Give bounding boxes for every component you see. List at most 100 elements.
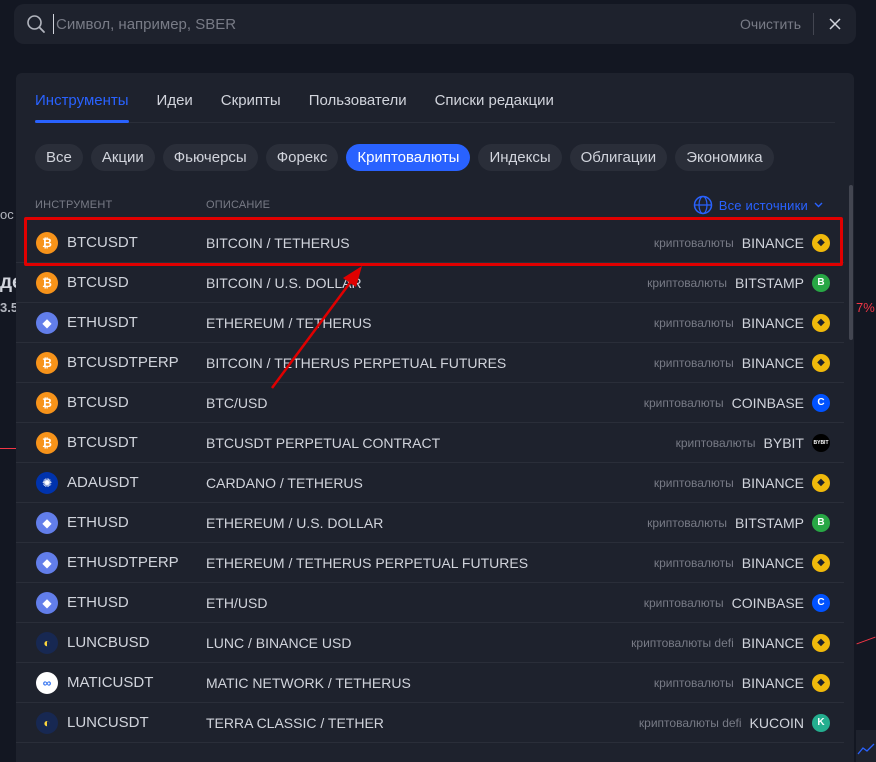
description-label: BTC/USD	[206, 394, 268, 411]
globe-icon	[693, 195, 712, 215]
category-label: криптовалюты	[647, 275, 728, 290]
binance-exchange-icon: ◆	[812, 673, 830, 692]
background-text-fragment: oc	[0, 207, 14, 222]
exchange-label: BINANCE	[741, 354, 804, 371]
description-label: BITCOIN / TETHERUS PERPETUAL FUTURES	[206, 354, 507, 371]
coinbase-exchange-icon: C	[812, 593, 830, 612]
description-label: ETHEREUM / TETHERUS PERPETUAL FUTURES	[206, 554, 529, 571]
source-info: криптовалюты BINANCE ◆	[653, 473, 830, 492]
category-label: криптовалюты	[675, 435, 756, 450]
binance-exchange-icon: ◆	[812, 553, 830, 572]
symbol-label: BTCUSDT	[67, 434, 138, 451]
symbol-label: LUNCBUSD	[67, 634, 150, 651]
eth-coin-icon: ◆	[36, 312, 58, 334]
symbol-label: ETHUSD	[67, 514, 129, 531]
btc-coin-icon: ₿	[36, 432, 58, 454]
chart-corner-widget[interactable]	[856, 730, 876, 762]
table-row[interactable]: ◆ ETHUSD ETH/USD криптовалюты COINBASE C	[16, 583, 844, 623]
table-row[interactable]: ₿ BTCUSD BTC/USD криптовалюты COINBASE C	[16, 383, 844, 423]
exchange-label: BINANCE	[741, 674, 804, 691]
tab-2[interactable]: Скрипты	[221, 92, 281, 122]
description-label: ETHEREUM / TETHERUS	[206, 314, 372, 331]
background-chart-line	[856, 636, 876, 645]
btc-coin-icon: ₿	[36, 392, 58, 414]
table-row[interactable]: ◆ ETHUSDT ETHEREUM / TETHERUS криптовалюты B…	[16, 303, 844, 343]
symbol-label: LUNCUSDT	[67, 714, 149, 731]
coinbase-exchange-icon: C	[812, 393, 830, 412]
table-row[interactable]: ◐ LUNCUSDT TERRA CLASSIC / TETHER криптовал…	[16, 703, 844, 743]
background-chart-line	[0, 448, 16, 449]
source-info: криптовалюты defi BINANCE ◆	[631, 633, 830, 652]
category-label: криптовалюты	[653, 475, 734, 490]
exchange-label: BITSTAMP	[735, 514, 804, 531]
scrollbar[interactable]	[849, 185, 853, 340]
binance-exchange-icon: ◆	[812, 473, 830, 492]
column-header-instrument: ИНСТРУМЕНТ	[35, 199, 113, 211]
tab-1[interactable]: Идеи	[157, 92, 193, 122]
source-info: криптовалюты BITSTAMP B	[647, 273, 830, 292]
table-row[interactable]: ₿ BTCUSDT BTCUSDT PERPETUAL CONTRACT крипто…	[16, 423, 844, 463]
table-header: ИНСТРУМЕНТ ОПИСАНИЕ Все источники	[16, 195, 836, 215]
category-label: криптовалюты	[653, 675, 734, 690]
filter-chip-5[interactable]: Индексы	[478, 144, 562, 171]
category-filter-chips: Все Акции Фьючерсы Форекс Криптовалюты Индекс…	[16, 144, 854, 171]
filter-chip-0[interactable]: Все	[35, 144, 83, 171]
symbol-label: BTCUSDTPERP	[67, 354, 179, 371]
table-row[interactable]: ₿ BTCUSDT BITCOIN / TETHERUS криптовалюты BI…	[16, 223, 844, 263]
category-label: криптовалюты	[643, 595, 724, 610]
eth-coin-icon: ◆	[36, 512, 58, 534]
exchange-label: BINANCE	[741, 314, 804, 331]
tab-0[interactable]: Инструменты	[35, 92, 129, 123]
category-label: криптовалюты	[653, 315, 734, 330]
filter-chip-6[interactable]: Облигации	[569, 144, 668, 171]
clear-button[interactable]: Очистить	[728, 16, 813, 32]
tab-3[interactable]: Пользователи	[309, 92, 407, 122]
category-label: криптовалюты	[653, 555, 734, 570]
bybit-exchange-icon: BYBIT	[812, 433, 830, 452]
filter-chip-2[interactable]: Фьючерсы	[162, 144, 258, 171]
exchange-label: BINANCE	[741, 474, 804, 491]
exchange-label: COINBASE	[731, 394, 804, 411]
table-row[interactable]: ◐ LUNCBUSD LUNC / BINANCE USD криптовалюты …	[16, 623, 844, 663]
sources-label: Все источники	[718, 197, 808, 213]
table-row[interactable]: ₿ BTCUSDTPERP BITCOIN / TETHERUS PERPETUAL…	[16, 343, 844, 383]
chevron-down-icon	[814, 202, 823, 208]
exchange-label: BINANCE	[741, 634, 804, 651]
source-info: криптовалюты BINANCE ◆	[654, 233, 830, 252]
exchange-label: COINBASE	[731, 594, 804, 611]
bitstamp-exchange-icon: B	[812, 273, 830, 292]
table-row[interactable]: ◆ ETHUSD ETHEREUM / U.S. DOLLAR криптовалют…	[16, 503, 844, 543]
tab-4[interactable]: Списки редакции	[435, 92, 554, 122]
description-label: ETH/USD	[206, 594, 268, 611]
source-info: криптовалюты BITSTAMP B	[647, 513, 830, 532]
binance-exchange-icon: ◆	[812, 633, 830, 652]
source-info: криптовалюты COINBASE C	[643, 593, 830, 612]
source-info: криптовалюты BINANCE ◆	[653, 313, 830, 332]
table-row[interactable]: ₿ BTCUSD BITCOIN / U.S. DOLLAR криптовалюты…	[16, 263, 844, 303]
exchange-label: BINANCE	[741, 234, 804, 251]
filter-chip-4[interactable]: Криптовалюты	[346, 144, 471, 171]
search-input[interactable]	[56, 4, 729, 44]
table-row[interactable]: ✺ ADAUSDT CARDANO / TETHERUS криптовалюты BI…	[16, 463, 844, 503]
source-info: криптовалюты BINANCE ◆	[654, 353, 830, 372]
filter-chip-1[interactable]: Акции	[90, 144, 155, 171]
source-info: криптовалюты defi KUCOIN K	[639, 713, 830, 732]
column-header-description: ОПИСАНИЕ	[206, 199, 271, 211]
symbol-label: ETHUSD	[67, 594, 129, 611]
btc-coin-icon: ₿	[36, 352, 58, 374]
sources-dropdown[interactable]: Все источники	[693, 195, 823, 215]
ada-coin-icon: ✺	[36, 472, 58, 494]
symbol-label: ADAUSDT	[67, 474, 139, 491]
table-row[interactable]: ◆ ETHUSDTPERP ETHEREUM / TETHERUS PERPETUA…	[16, 543, 844, 583]
binance-exchange-icon: ◆	[812, 313, 830, 332]
table-row[interactable]: ∞ MATICUSDT MATIC NETWORK / TETHERUS крипто…	[16, 663, 844, 703]
source-info: криптовалюты COINBASE C	[644, 393, 830, 412]
filter-chip-7[interactable]: Экономика	[675, 144, 774, 171]
search-icon	[16, 4, 56, 44]
close-button[interactable]	[814, 4, 856, 44]
tab-bar: Инструменты Идеи Скрипты Пользователи Списки…	[35, 73, 835, 123]
kucoin-exchange-icon: K	[812, 713, 830, 732]
filter-chip-3[interactable]: Форекс	[265, 144, 339, 171]
search-bar: Очистить	[14, 4, 856, 44]
source-info: криптовалюты BINANCE ◆	[653, 673, 830, 692]
